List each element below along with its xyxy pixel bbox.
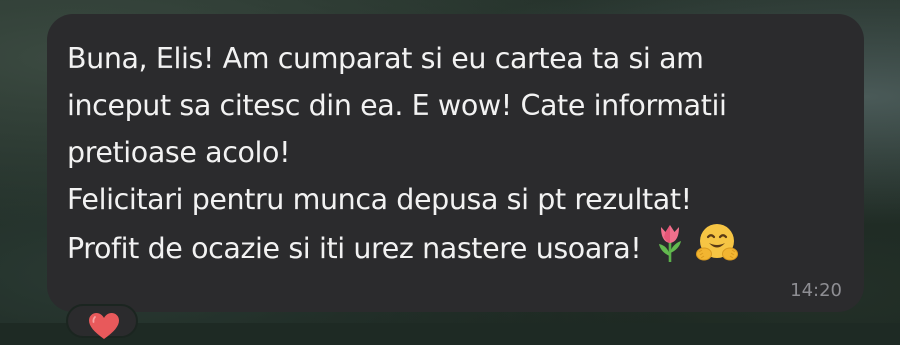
message-line: Buna, Elis! Am cumparat si eu cartea ta … (67, 42, 704, 75)
message-line: Felicitari pentru munca depusa si pt rez… (67, 183, 692, 216)
message-line-last: Profit de ocazie si iti urez nastere uso… (67, 223, 842, 277)
reaction-badge[interactable] (66, 304, 138, 339)
message-bubble[interactable]: Buna, Elis! Am cumparat si eu cartea ta … (47, 14, 864, 312)
tulip-emoji (655, 223, 685, 277)
message-line: inceput sa citesc din ea. E wow! Cate in… (67, 89, 727, 122)
message-line: pretioase acolo! (67, 136, 291, 169)
message-text: Buna, Elis! Am cumparat si eu cartea ta … (67, 35, 842, 277)
message-timestamp: 14:20 (790, 280, 842, 301)
hugging-face-emoji (695, 223, 739, 277)
heart-icon (88, 312, 120, 345)
